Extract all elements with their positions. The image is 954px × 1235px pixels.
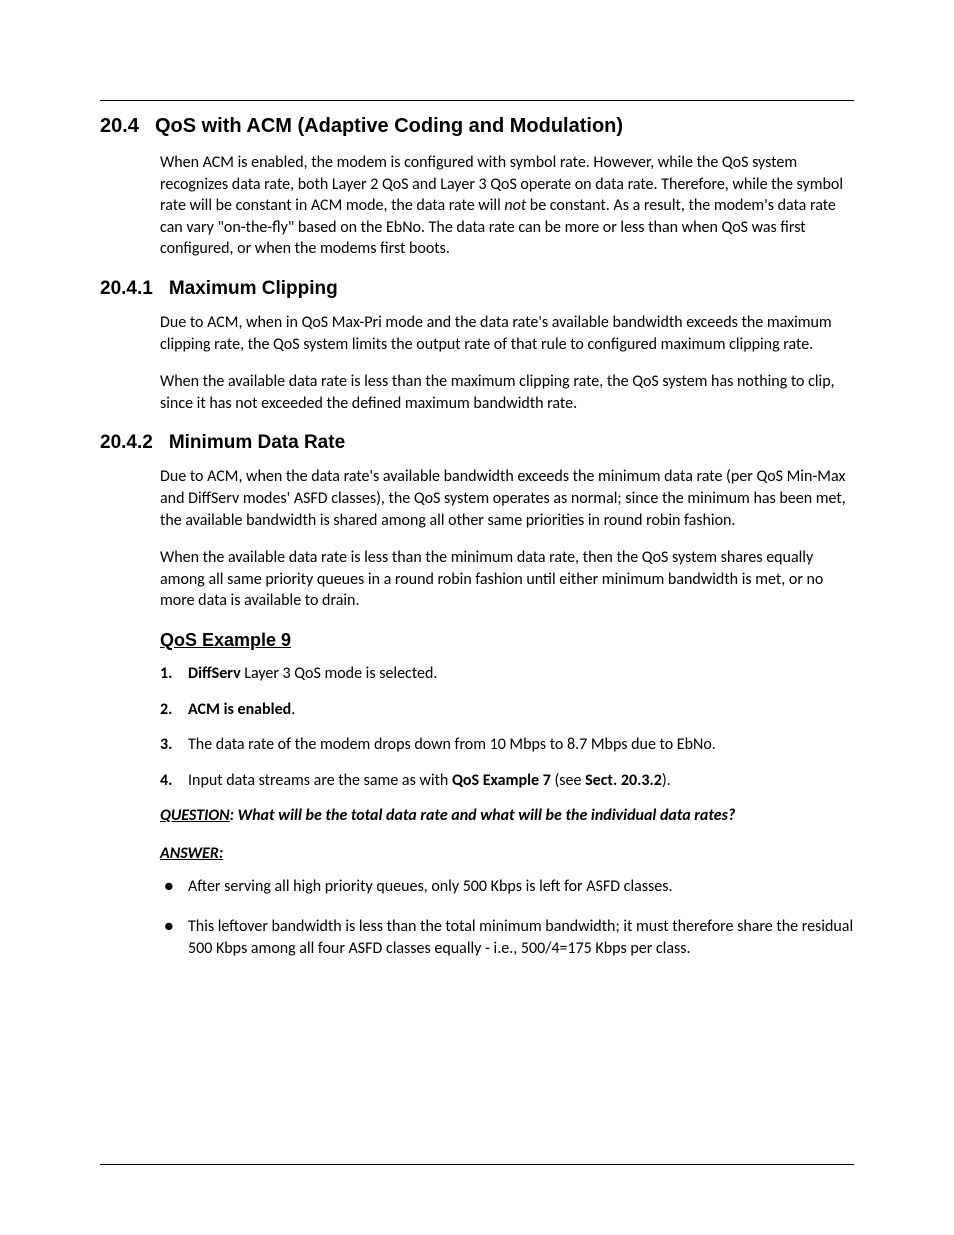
subsection-body: Due to ACM, when in QoS Max-Pri mode and… — [160, 312, 854, 414]
list-item: ● This leftover bandwidth is less than t… — [160, 916, 854, 959]
section-number: 20.4 — [100, 115, 139, 138]
answer-label-line: ANSWER: — [160, 843, 854, 865]
list-text: This leftover bandwidth is less than the… — [188, 916, 854, 959]
text: ). — [662, 771, 671, 790]
list-number: 2. — [160, 699, 188, 721]
list-text: ACM is enabled. — [188, 699, 854, 721]
answer-label: ANSWER — [160, 844, 219, 863]
list-item: ● After serving all high priority queues… — [160, 876, 854, 898]
sub1-para-1: Due to ACM, when in QoS Max-Pri mode and… — [160, 312, 854, 355]
section-heading-20-4: 20.4 QoS with ACM (Adaptive Coding and M… — [100, 115, 854, 138]
list-item: 2. ACM is enabled. — [160, 699, 854, 721]
emphasis-not: not — [504, 196, 526, 215]
subsection-number: 20.4.2 — [100, 432, 153, 454]
list-item: 1. DiffServ Layer 3 QoS mode is selected… — [160, 663, 854, 685]
sub1-para-2: When the available data rate is less tha… — [160, 371, 854, 414]
list-number: 4. — [160, 770, 188, 792]
answer-list: ● After serving all high priority queues… — [160, 876, 854, 959]
subsection-heading-20-4-2: 20.4.2 Minimum Data Rate — [100, 432, 854, 454]
top-rule — [100, 100, 854, 101]
bold: DiffServ — [188, 664, 241, 683]
question-label: QUESTION — [160, 806, 230, 825]
list-text: DiffServ Layer 3 QoS mode is selected. — [188, 663, 854, 685]
list-number: 1. — [160, 663, 188, 685]
page: 20.4 QoS with ACM (Adaptive Coding and M… — [0, 0, 954, 1235]
list-text: Input data streams are the same as with … — [188, 770, 854, 792]
section-title: QoS with ACM (Adaptive Coding and Modula… — [155, 115, 854, 138]
list-text: After serving all high priority queues, … — [188, 876, 854, 898]
bottom-rule — [100, 1164, 854, 1165]
answer-colon: : — [219, 844, 223, 863]
bold: Sect. 20.3.2 — [585, 771, 662, 790]
subsection-title: Maximum Clipping — [169, 278, 338, 300]
list-item: 3. The data rate of the modem drops down… — [160, 734, 854, 756]
subsection-title: Minimum Data Rate — [169, 432, 345, 454]
section-para-1: When ACM is enabled, the modem is config… — [160, 152, 854, 260]
question-text: : What will be the total data rate and w… — [230, 806, 736, 825]
list-item: 4. Input data streams are the same as wi… — [160, 770, 854, 792]
subsection-number: 20.4.1 — [100, 278, 153, 300]
subsection-body: Due to ACM, when the data rate's availab… — [160, 466, 854, 612]
question-line: QUESTION: What will be the total data ra… — [160, 805, 854, 827]
text: Layer 3 QoS mode is selected. — [241, 664, 438, 683]
list-text: The data rate of the modem drops down fr… — [188, 734, 854, 756]
subsection-heading-20-4-1: 20.4.1 Maximum Clipping — [100, 278, 854, 300]
example-list: 1. DiffServ Layer 3 QoS mode is selected… — [160, 663, 854, 791]
list-number: 3. — [160, 734, 188, 756]
example-heading: QoS Example 9 — [160, 630, 854, 651]
text: (see — [551, 771, 585, 790]
section-body: When ACM is enabled, the modem is config… — [160, 152, 854, 260]
bullet-icon: ● — [160, 916, 188, 959]
bold: ACM is enabled — [188, 700, 291, 719]
bold: QoS Example 7 — [452, 771, 551, 790]
sub2-para-2: When the available data rate is less tha… — [160, 547, 854, 612]
text: . — [291, 700, 295, 719]
sub2-para-1: Due to ACM, when the data rate's availab… — [160, 466, 854, 531]
example-body: 1. DiffServ Layer 3 QoS mode is selected… — [160, 663, 854, 959]
bullet-icon: ● — [160, 876, 188, 898]
text: Input data streams are the same as with — [188, 771, 452, 790]
